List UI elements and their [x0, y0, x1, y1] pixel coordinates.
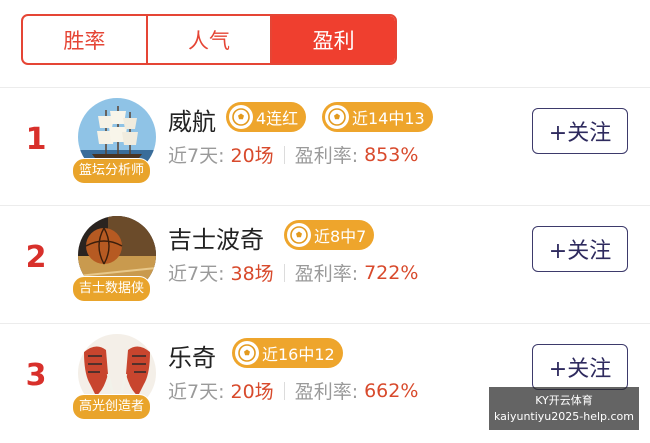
stats-line: 近7天: 38场 盈利率: 722%	[168, 259, 418, 286]
profit-rate-label: 盈利率:	[294, 263, 359, 285]
stats-separator	[283, 381, 285, 400]
soccer-ball-icon	[235, 341, 259, 365]
avatar-badge: 高光创造者	[72, 394, 152, 420]
watermark-url: kaiyuntiyu2025-help.com	[493, 409, 634, 423]
avatar-badge: 吉士数据侠	[72, 276, 152, 302]
record-tag-label: 近14中13	[352, 109, 425, 128]
profit-rate-value: 662%	[364, 379, 419, 402]
stats-line: 近7天: 20场 盈利率: 853%	[168, 141, 418, 168]
watermark-title: KY开云体育	[535, 393, 593, 407]
follow-button[interactable]: +关注	[532, 226, 628, 272]
soccer-ball-icon	[229, 105, 253, 129]
days-value: 20场	[230, 381, 274, 403]
tab-win-rate[interactable]: 胜率	[23, 16, 146, 63]
record-tag: 近8中7	[284, 220, 375, 250]
watermark: KY开云体育 kaiyuntiyu2025-help.com	[489, 387, 639, 430]
soccer-ball-icon	[287, 223, 311, 247]
profit-rate-label: 盈利率:	[294, 145, 359, 167]
record-tag-label: 近8中7	[314, 227, 367, 246]
ranking-tabs: 胜率 人气 盈利	[21, 14, 397, 65]
stats-separator	[283, 145, 285, 164]
avatar-badge: 篮坛分析师	[72, 158, 152, 184]
rank-number: 1	[25, 122, 47, 157]
record-tag: 近14中13	[322, 102, 433, 132]
profit-rate-value: 853%	[364, 143, 419, 166]
stats-line: 近7天: 20场 盈利率: 662%	[168, 377, 418, 404]
expert-name[interactable]: 乐奇	[168, 338, 216, 373]
days-value: 38场	[230, 263, 274, 285]
follow-button[interactable]: +关注	[532, 108, 628, 154]
tab-profit[interactable]: 盈利	[270, 16, 395, 63]
profit-rate-label: 盈利率:	[294, 381, 359, 403]
streak-tag-label: 4连红	[256, 109, 299, 128]
expert-name[interactable]: 吉士波奇	[168, 220, 264, 255]
streak-tag: 4连红	[226, 102, 307, 132]
list-item[interactable]: 1 篮坛分析师 威航 4连红 近14中13 近7天: 20场 盈利率: 853%…	[0, 88, 650, 206]
days-value: 20场	[230, 145, 274, 167]
days-label: 近7天:	[168, 145, 225, 167]
rank-number: 3	[25, 358, 47, 393]
rank-number: 2	[25, 240, 47, 275]
expert-name[interactable]: 威航	[168, 102, 216, 137]
soccer-ball-icon	[325, 105, 349, 129]
tab-popularity[interactable]: 人气	[145, 16, 271, 63]
days-label: 近7天:	[168, 263, 225, 285]
profit-rate-value: 722%	[364, 261, 419, 284]
record-tag: 近16中12	[232, 338, 343, 368]
days-label: 近7天:	[168, 381, 225, 403]
stats-separator	[283, 263, 285, 282]
record-tag-label: 近16中12	[262, 345, 335, 364]
list-item[interactable]: 2 吉士数据侠 吉士波奇 近8中7 近7天: 38场 盈利率: 722% +关注	[0, 206, 650, 324]
follow-button[interactable]: +关注	[532, 344, 628, 390]
